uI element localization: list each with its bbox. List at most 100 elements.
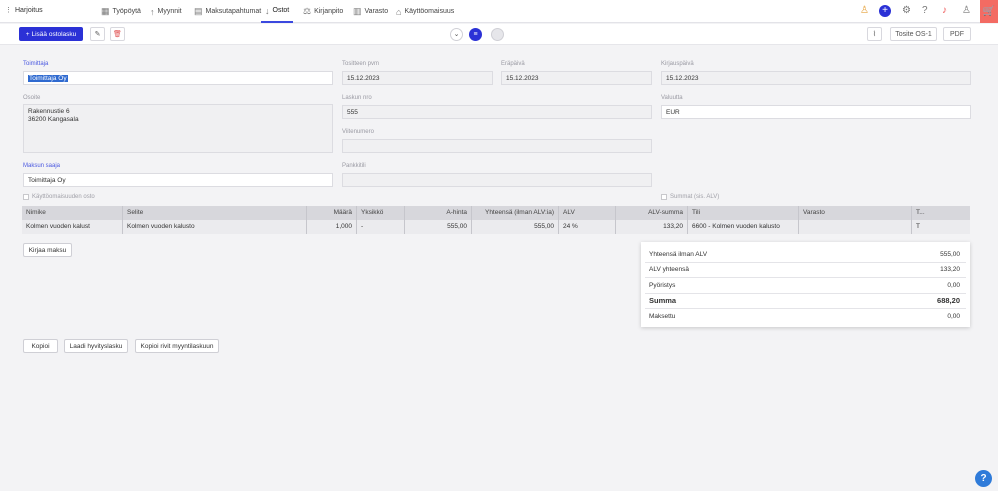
trash-icon: 🗑: [113, 31, 122, 38]
invoice-rows-table: Nimike Selite Määrä Yksikkö A-hinta Yhte…: [22, 206, 970, 234]
address-field: Rakennustie 6 36200 Kangasala: [23, 104, 333, 153]
record-payment-label: Kirjaa maksu: [28, 246, 67, 254]
gear-icon[interactable]: ⚙: [902, 5, 911, 16]
totals-summary-panel: Yhteensä ilman ALV 555,00 ALV yhteensä 133…: [641, 242, 970, 327]
currency-select[interactable]: EUR: [661, 105, 971, 119]
credit-note-button[interactable]: Laadi hyvityslasku: [64, 339, 128, 353]
pdf-label: PDF: [950, 30, 964, 38]
vat-value: 133,20: [940, 266, 960, 273]
cart-icon[interactable]: 🛒: [980, 0, 998, 23]
chevron-down-icon[interactable]: ⌄: [450, 28, 463, 41]
column-header[interactable]: Selite: [123, 206, 307, 220]
column-header[interactable]: Varasto: [799, 206, 912, 220]
reference-field: [342, 139, 652, 153]
sums-incl-vat-checkbox[interactable]: Summat (sis. ALV): [661, 194, 719, 200]
summary-row-rounding: Pyöristys 0,00: [649, 282, 960, 289]
nav-item-sales[interactable]: ↑ Myynnit: [146, 0, 186, 23]
supplier-input[interactable]: Toimittaja Oy: [23, 71, 333, 85]
booking-date-field: 15.12.2023: [661, 71, 971, 85]
table-header: Nimike Selite Määrä Yksikkö A-hinta Yhte…: [22, 206, 970, 220]
rounding-value[interactable]: 0,00: [947, 282, 960, 289]
user-icon[interactable]: ♙: [860, 5, 869, 16]
pdf-button[interactable]: PDF: [943, 27, 971, 41]
nav-item-purchases[interactable]: ↓ Ostot: [261, 0, 294, 23]
table-cell[interactable]: -: [357, 220, 405, 234]
payment-events-icon: ▤: [194, 6, 203, 16]
help-circle-icon[interactable]: ?: [922, 5, 928, 16]
column-header[interactable]: ALV: [559, 206, 616, 220]
plus-icon: +: [25, 30, 30, 38]
company-selector[interactable]: ⋮ Harjoitus: [5, 6, 43, 14]
summary-row-vat: ALV yhteensä 133,20: [649, 266, 960, 273]
due-date-field: 15.12.2023: [501, 71, 652, 85]
list-view-icon[interactable]: ≡: [469, 28, 482, 41]
help-chat-icon[interactable]: ?: [975, 470, 992, 487]
total-label: Summa: [649, 296, 677, 305]
column-header[interactable]: ALV-summa: [616, 206, 688, 220]
address-line2: 36200 Kangasala: [28, 116, 79, 123]
table-cell[interactable]: 555,00: [472, 220, 559, 234]
attachment-button[interactable]: ⌇: [867, 27, 882, 41]
accounting-icon: ⚖: [303, 6, 312, 16]
edit-button[interactable]: ✎: [90, 27, 105, 41]
profile-icon[interactable]: ♙: [962, 5, 971, 16]
voucher-button[interactable]: Tosite OS-1: [890, 27, 937, 41]
payee-label: Maksun saaja: [23, 163, 61, 169]
column-header[interactable]: Yksikkö: [357, 206, 405, 220]
summary-row-total: Summa 688,20: [649, 296, 960, 305]
top-navigation-bar: ⋮ Harjoitus ▦ Työpöytä ↑ Myynnit ▤ Maksutapa…: [0, 0, 998, 23]
address-label: Osoite: [23, 95, 41, 101]
nav-item-accounting[interactable]: ⚖ Kirjanpito: [299, 0, 347, 23]
paid-label: Maksettu: [649, 313, 676, 320]
supplier-value: Toimittaja Oy: [28, 75, 68, 82]
table-cell[interactable]: 1,000: [307, 220, 357, 234]
nav-label: Työpöytä: [112, 8, 141, 15]
add-icon[interactable]: +: [879, 5, 891, 17]
column-header[interactable]: T...: [912, 206, 928, 220]
copy-button[interactable]: Kopioi: [23, 339, 58, 353]
column-header[interactable]: Yhteensä (ilman ALV:ia): [472, 206, 559, 220]
dashboard-icon: ▦: [101, 6, 110, 16]
bank-account-label: Pankkitili: [342, 163, 366, 169]
table-cell[interactable]: 6600 - Kolmen vuoden kalusto: [688, 220, 799, 234]
payee-input[interactable]: Toimittaja Oy: [23, 173, 333, 187]
table-cell[interactable]: 24 %: [559, 220, 616, 234]
vat-label: ALV yhteensä: [649, 266, 689, 273]
paid-value: 0,00: [947, 313, 960, 320]
more-vertical-icon: ⋮: [5, 7, 12, 14]
column-header[interactable]: Määrä: [307, 206, 357, 220]
table-cell[interactable]: [799, 220, 912, 234]
credit-note-label: Laadi hyvityslasku: [69, 342, 123, 350]
table-cell[interactable]: Kolmen vuoden kalust: [22, 220, 123, 234]
invoice-no-label: Laskun nro: [342, 95, 372, 101]
pencil-icon: ✎: [94, 31, 101, 38]
table-cell[interactable]: T: [912, 220, 928, 234]
document-date-label: Tositteen pvm: [342, 61, 380, 67]
paperclip-icon: ⌇: [872, 31, 877, 38]
nav-item-fixed-assets[interactable]: ⌂ Käyttöomaisuus: [392, 0, 458, 23]
notification-bell-icon[interactable]: ♪: [942, 5, 947, 16]
delete-button[interactable]: 🗑: [110, 27, 125, 41]
column-header[interactable]: Tili: [688, 206, 799, 220]
nav-item-dashboard[interactable]: ▦ Työpöytä: [97, 0, 145, 23]
table-cell[interactable]: Kolmen vuoden kalusto: [123, 220, 307, 234]
nav-label: Ostot: [272, 7, 290, 14]
copy-rows-to-sales-invoice-button[interactable]: Kopioi rivit myyntilaskuun: [135, 339, 219, 353]
fixed-asset-purchase-checkbox[interactable]: Käyttöomaisuuden osto: [23, 194, 95, 200]
status-indicator-icon[interactable]: [491, 28, 504, 41]
checkbox-icon: [23, 194, 29, 200]
company-name: Harjoitus: [15, 7, 43, 14]
column-header[interactable]: A-hinta: [405, 206, 472, 220]
table-cell[interactable]: 555,00: [405, 220, 472, 234]
nav-item-warehouse[interactable]: ▥ Varasto: [349, 0, 392, 23]
nav-item-payment-events[interactable]: ▤ Maksutapahtumat: [190, 0, 265, 23]
record-payment-button[interactable]: Kirjaa maksu: [23, 243, 72, 257]
voucher-label: Tosite OS-1: [895, 30, 932, 38]
column-header[interactable]: Nimike: [22, 206, 123, 220]
bank-account-field: [342, 173, 652, 187]
table-cell[interactable]: 133,20: [616, 220, 688, 234]
table-row[interactable]: Kolmen vuoden kalust Kolmen vuoden kalus…: [22, 220, 970, 234]
warehouse-icon: ▥: [353, 6, 362, 16]
net-value: 555,00: [940, 251, 960, 258]
add-purchase-invoice-button[interactable]: + Lisää ostolasku: [19, 27, 83, 41]
